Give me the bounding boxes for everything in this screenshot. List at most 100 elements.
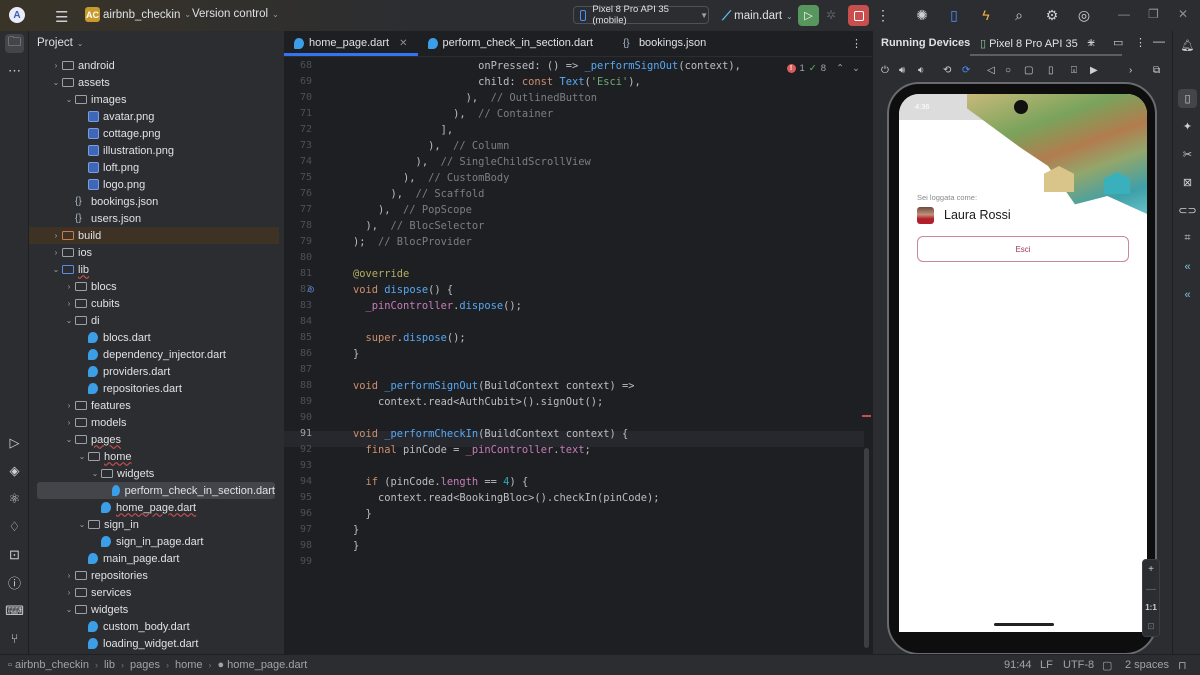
tree-item[interactable]: logo.png [29, 176, 279, 193]
code-line[interactable]: if (pinCode.length == 4) { [353, 476, 529, 488]
previous-problem-icon[interactable]: ⌃ [836, 63, 844, 74]
code-line[interactable]: ), // SingleChildScrollView [353, 156, 591, 168]
code-line[interactable]: } [353, 348, 359, 360]
project-panel-header[interactable]: Project ⌄ [29, 31, 284, 55]
app-logo-icon[interactable]: A [9, 7, 25, 23]
override-gutter-icon[interactable]: ◎ [308, 284, 314, 295]
rotate-right-icon[interactable]: ⟳ [962, 65, 970, 76]
tree-item[interactable]: perform_check_in_section.dart [37, 482, 275, 499]
tab-bookings-json[interactable]: {} bookings.json [613, 30, 716, 56]
breadcrumb-item[interactable]: pages [130, 659, 160, 671]
tree-item[interactable]: ⌄ widgets [29, 465, 279, 482]
tree-item[interactable]: ⌄ pages [29, 431, 279, 448]
editor-scrollbar[interactable] [864, 448, 869, 648]
code-line[interactable]: super.dispose(); [353, 332, 466, 344]
more-tools-icon[interactable]: ⋯ [5, 61, 24, 80]
chevron-down-icon[interactable]: ⌄ [63, 316, 75, 325]
restore-icon[interactable]: ❐ [1148, 7, 1159, 21]
problems-icon[interactable]: ⓘ [5, 573, 24, 592]
overview-icon[interactable]: ▢ [1024, 65, 1033, 76]
tab-perform-check-in-section[interactable]: perform_check_in_section.dart [418, 30, 603, 56]
more-icon[interactable]: ⋮ [874, 7, 892, 24]
tree-item[interactable]: ⌄ home [29, 448, 279, 465]
code-line[interactable]: @override [353, 268, 409, 280]
tree-item[interactable]: loading_widget.dart [29, 635, 279, 652]
tree-item[interactable]: {} bookings.json [29, 193, 279, 210]
tree-item[interactable]: ⌄ assets [29, 74, 279, 91]
code-line[interactable]: context.read<AuthCubit>().signOut(); [353, 396, 603, 408]
code-area[interactable]: 68 onPressed: () => _performSignOut(cont… [284, 58, 872, 654]
zoom-in-button[interactable]: + [1148, 564, 1154, 575]
code-line[interactable]: void dispose() { [353, 284, 453, 296]
tree-item[interactable]: illustration.png [29, 142, 279, 159]
close-tab-icon[interactable]: ✕ [399, 38, 407, 49]
readonly-toggle-icon[interactable]: ▢ [1102, 659, 1112, 672]
tree-item[interactable]: loft.png [29, 159, 279, 176]
code-line[interactable]: ), // OutlinedButton [353, 92, 597, 104]
tree-item[interactable]: › build [29, 227, 279, 244]
volume-up-icon[interactable]: 🔊︎ [899, 65, 905, 76]
flutter-performance-icon[interactable]: « [1178, 285, 1197, 304]
device-selector[interactable]: Pixel 8 Pro API 35 (mobile) ▼ [573, 4, 709, 26]
emulator-screen[interactable]: 4:36 ▾◢▮ Sei loggata come: Laura Rossi E… [899, 94, 1147, 632]
version-control-menu[interactable]: Version control ⌄ [192, 8, 279, 20]
hide-panel-icon[interactable]: — [1153, 34, 1165, 48]
actual-size-button[interactable]: 1:1 [1145, 603, 1157, 612]
account-icon[interactable]: ◎ [1075, 7, 1093, 24]
tab-home-page-dart[interactable]: home_page.dart ✕ [284, 30, 418, 56]
chevron-right-icon[interactable]: › [63, 418, 75, 427]
zoom-out-button[interactable]: — [1146, 584, 1156, 595]
app-quality-icon[interactable]: ✂ [1178, 145, 1197, 164]
running-devices-icon[interactable]: ▯ [1178, 89, 1197, 108]
home-icon[interactable]: ○ [1005, 65, 1011, 76]
screen-record-icon[interactable]: ▶ [1090, 65, 1098, 76]
debug-button[interactable]: ✲ [826, 8, 836, 22]
file-encoding[interactable]: UTF-8 [1063, 659, 1094, 671]
chevron-right-icon[interactable]: › [50, 61, 62, 70]
code-line[interactable]: ), // CustomBody [353, 172, 509, 184]
tree-item[interactable]: blocs.dart [29, 329, 279, 346]
code-line[interactable]: void _performCheckIn(BuildContext contex… [353, 428, 628, 440]
services-icon[interactable]: ⚛ [5, 489, 24, 508]
notifications-icon[interactable]: 🔔︎ [1178, 36, 1197, 55]
app-inspection-icon[interactable]: ⊠ [1178, 173, 1197, 192]
flutter-outline-icon[interactable]: « [1178, 257, 1197, 276]
power-icon[interactable]: ⏻ [881, 65, 889, 76]
run-tool-icon[interactable]: ▷ [5, 433, 24, 452]
sign-out-button[interactable]: Esci [917, 236, 1129, 262]
breadcrumb-item[interactable]: ▫ airbnb_checkin [8, 659, 89, 671]
chevron-down-icon[interactable]: ⌄ [63, 605, 75, 614]
rotate-left-icon[interactable]: ⟲ [943, 65, 951, 76]
settings-icon[interactable]: ⚙ [1043, 7, 1061, 24]
chevron-right-icon[interactable]: › [63, 401, 75, 410]
flutter-inspector-icon[interactable]: ◈ [5, 461, 24, 480]
tree-item[interactable]: ⌄ lib [29, 261, 279, 278]
chevron-right-icon[interactable]: › [63, 282, 75, 291]
code-line[interactable]: ), // BlocSelector [353, 220, 485, 232]
layout-icon[interactable]: ▭ [1113, 36, 1123, 49]
search-icon[interactable]: ⌕ [1010, 7, 1028, 24]
code-line[interactable]: child: const Text('Esci'), [353, 76, 641, 88]
tree-item[interactable]: › android [29, 57, 279, 74]
screenshot-icon[interactable]: ⌻ [1071, 65, 1077, 76]
next-problem-icon[interactable]: ⌄ [852, 63, 860, 74]
tree-item[interactable]: cottage.png [29, 125, 279, 142]
tree-item[interactable]: main_page.dart [29, 550, 279, 567]
link-icon[interactable]: ⊂⊃ [1178, 201, 1197, 220]
code-line[interactable]: context.read<BookingBloc>().checkIn(pinC… [353, 492, 660, 504]
tree-item[interactable]: ⌄ widgets [29, 601, 279, 618]
chevron-down-icon[interactable]: ⌄ [63, 435, 75, 444]
project-selector[interactable]: AC airbnb_checkin ⌄ [85, 7, 191, 22]
error-stripe-marker[interactable] [862, 415, 871, 417]
chevron-down-icon[interactable]: ⌄ [50, 265, 62, 274]
hamburger-menu-icon[interactable]: ☰ [55, 8, 68, 26]
tree-item[interactable]: › features [29, 397, 279, 414]
tree-item[interactable]: dependency_injector.dart [29, 346, 279, 363]
chevron-right-icon[interactable]: › [63, 571, 75, 580]
chevron-right-icon[interactable]: › [50, 231, 62, 240]
tree-item[interactable]: › models [29, 414, 279, 431]
tree-item[interactable]: repositories.dart [29, 380, 279, 397]
chevron-down-icon[interactable]: ⌄ [76, 520, 88, 529]
indent-settings[interactable]: 2 spaces [1125, 659, 1169, 671]
chevron-down-icon[interactable]: ⌄ [89, 469, 101, 478]
